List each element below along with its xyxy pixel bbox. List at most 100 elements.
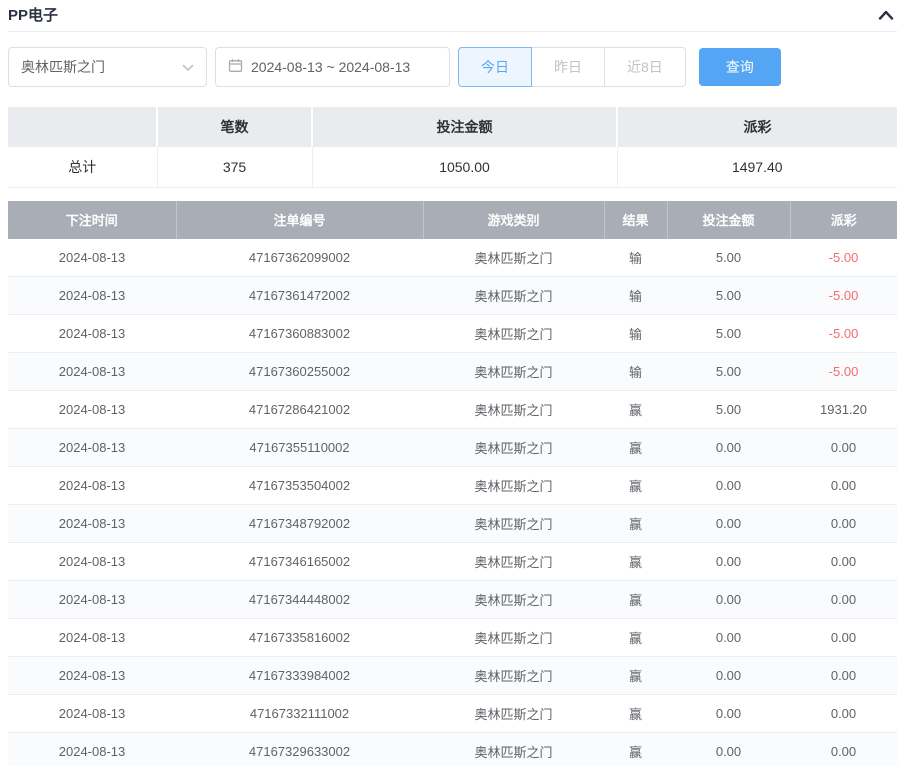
table-row: 2024-08-1347167348792002奥林匹斯之门赢0.000.00 <box>8 505 897 543</box>
table-row: 2024-08-1347167355110002奥林匹斯之门赢0.000.00 <box>8 429 897 467</box>
cell-order-id: 47167332111002 <box>176 695 423 733</box>
cell-bet-amount: 0.00 <box>667 543 790 581</box>
date-range-value: 2024-08-13 ~ 2024-08-13 <box>251 59 410 75</box>
header-bet-time: 下注时间 <box>8 201 176 239</box>
cell-result: 赢 <box>604 657 667 695</box>
cell-game-type: 奥林匹斯之门 <box>423 391 604 429</box>
cell-payout: 1931.20 <box>790 391 897 429</box>
cell-bet-time: 2024-08-13 <box>8 581 176 619</box>
bet-table: 下注时间 注单编号 游戏类别 结果 投注金额 派彩 2024-08-134716… <box>8 201 897 766</box>
cell-result: 赢 <box>604 429 667 467</box>
cell-result: 赢 <box>604 505 667 543</box>
panel-header: PP电子 <box>8 0 897 32</box>
table-row: 2024-08-1347167362099002奥林匹斯之门输5.00-5.00 <box>8 239 897 277</box>
cell-result: 输 <box>604 277 667 315</box>
pp-electronic-report-panel: PP电子 奥林匹斯之门 2024-08-13 ~ 2024-08-13 <box>0 0 905 766</box>
table-row: 2024-08-1347167360883002奥林匹斯之门输5.00-5.00 <box>8 315 897 353</box>
cell-order-id: 47167346165002 <box>176 543 423 581</box>
cell-bet-amount: 0.00 <box>667 505 790 543</box>
cell-result: 输 <box>604 239 667 277</box>
cell-bet-amount: 5.00 <box>667 239 790 277</box>
summary-header-count: 笔数 <box>157 107 312 147</box>
table-row: 2024-08-1347167333984002奥林匹斯之门赢0.000.00 <box>8 657 897 695</box>
cell-bet-time: 2024-08-13 <box>8 619 176 657</box>
summary-header-payout: 派彩 <box>617 107 897 147</box>
table-row: 2024-08-1347167360255002奥林匹斯之门输5.00-5.00 <box>8 353 897 391</box>
cell-bet-amount: 0.00 <box>667 657 790 695</box>
cell-order-id: 47167360883002 <box>176 315 423 353</box>
cell-result: 赢 <box>604 733 667 766</box>
cell-order-id: 47167344448002 <box>176 581 423 619</box>
cell-game-type: 奥林匹斯之门 <box>423 619 604 657</box>
cell-order-id: 47167348792002 <box>176 505 423 543</box>
cell-result: 赢 <box>604 543 667 581</box>
yesterday-button[interactable]: 昨日 <box>531 47 605 87</box>
cell-order-id: 47167333984002 <box>176 657 423 695</box>
cell-bet-amount: 0.00 <box>667 619 790 657</box>
cell-game-type: 奥林匹斯之门 <box>423 657 604 695</box>
cell-bet-amount: 0.00 <box>667 581 790 619</box>
summary-header-bet-amount: 投注金额 <box>312 107 617 147</box>
cell-bet-time: 2024-08-13 <box>8 543 176 581</box>
cell-bet-time: 2024-08-13 <box>8 315 176 353</box>
cell-game-type: 奥林匹斯之门 <box>423 353 604 391</box>
header-bet-amount: 投注金额 <box>667 201 790 239</box>
summary-total-payout: 1497.40 <box>617 147 897 187</box>
cell-payout: 0.00 <box>790 733 897 766</box>
summary-total-label: 总计 <box>8 147 157 187</box>
cell-result: 赢 <box>604 581 667 619</box>
cell-payout: -5.00 <box>790 353 897 391</box>
summary-total-row: 总计 375 1050.00 1497.40 <box>8 147 897 187</box>
cell-payout: 0.00 <box>790 543 897 581</box>
cell-bet-amount: 0.00 <box>667 467 790 505</box>
cell-bet-time: 2024-08-13 <box>8 505 176 543</box>
table-row: 2024-08-1347167286421002奥林匹斯之门赢5.001931.… <box>8 391 897 429</box>
cell-game-type: 奥林匹斯之门 <box>423 543 604 581</box>
date-range-input[interactable]: 2024-08-13 ~ 2024-08-13 <box>215 47 450 87</box>
table-row: 2024-08-1347167335816002奥林匹斯之门赢0.000.00 <box>8 619 897 657</box>
page-title: PP电子 <box>8 4 58 25</box>
cell-payout: 0.00 <box>790 657 897 695</box>
calendar-icon <box>228 58 243 76</box>
table-row: 2024-08-1347167329633002奥林匹斯之门赢0.000.00 <box>8 733 897 766</box>
cell-payout: -5.00 <box>790 239 897 277</box>
header-order-id: 注单编号 <box>176 201 423 239</box>
bet-table-body: 2024-08-1347167362099002奥林匹斯之门输5.00-5.00… <box>8 239 897 766</box>
summary-header-row: 笔数 投注金额 派彩 <box>8 107 897 147</box>
cell-order-id: 47167355110002 <box>176 429 423 467</box>
search-button[interactable]: 查询 <box>699 48 781 86</box>
cell-result: 输 <box>604 353 667 391</box>
cell-result: 赢 <box>604 391 667 429</box>
cell-bet-time: 2024-08-13 <box>8 429 176 467</box>
cell-result: 赢 <box>604 467 667 505</box>
cell-order-id: 47167353504002 <box>176 467 423 505</box>
cell-payout: 0.00 <box>790 505 897 543</box>
game-select[interactable]: 奥林匹斯之门 <box>8 47 207 87</box>
last-8-days-button[interactable]: 近8日 <box>604 47 686 87</box>
table-row: 2024-08-1347167332111002奥林匹斯之门赢0.000.00 <box>8 695 897 733</box>
cell-payout: 0.00 <box>790 429 897 467</box>
header-game-type: 游戏类别 <box>423 201 604 239</box>
summary-total-bet-amount: 1050.00 <box>312 147 617 187</box>
cell-game-type: 奥林匹斯之门 <box>423 733 604 766</box>
cell-order-id: 47167335816002 <box>176 619 423 657</box>
cell-bet-amount: 5.00 <box>667 353 790 391</box>
cell-bet-time: 2024-08-13 <box>8 277 176 315</box>
filter-bar: 奥林匹斯之门 2024-08-13 ~ 2024-08-13 今日 昨日 近8日… <box>8 47 897 87</box>
cell-bet-time: 2024-08-13 <box>8 657 176 695</box>
chevron-down-icon <box>182 59 194 75</box>
cell-bet-amount: 0.00 <box>667 695 790 733</box>
cell-bet-time: 2024-08-13 <box>8 391 176 429</box>
table-row: 2024-08-1347167344448002奥林匹斯之门赢0.000.00 <box>8 581 897 619</box>
cell-payout: 0.00 <box>790 467 897 505</box>
cell-bet-amount: 5.00 <box>667 277 790 315</box>
cell-bet-time: 2024-08-13 <box>8 695 176 733</box>
bet-table-header-row: 下注时间 注单编号 游戏类别 结果 投注金额 派彩 <box>8 201 897 239</box>
cell-bet-time: 2024-08-13 <box>8 733 176 766</box>
cell-payout: 0.00 <box>790 695 897 733</box>
cell-payout: 0.00 <box>790 581 897 619</box>
cell-order-id: 47167286421002 <box>176 391 423 429</box>
collapse-chevron-up-icon[interactable] <box>875 6 897 24</box>
summary-total-count: 375 <box>157 147 312 187</box>
today-button[interactable]: 今日 <box>458 47 532 87</box>
